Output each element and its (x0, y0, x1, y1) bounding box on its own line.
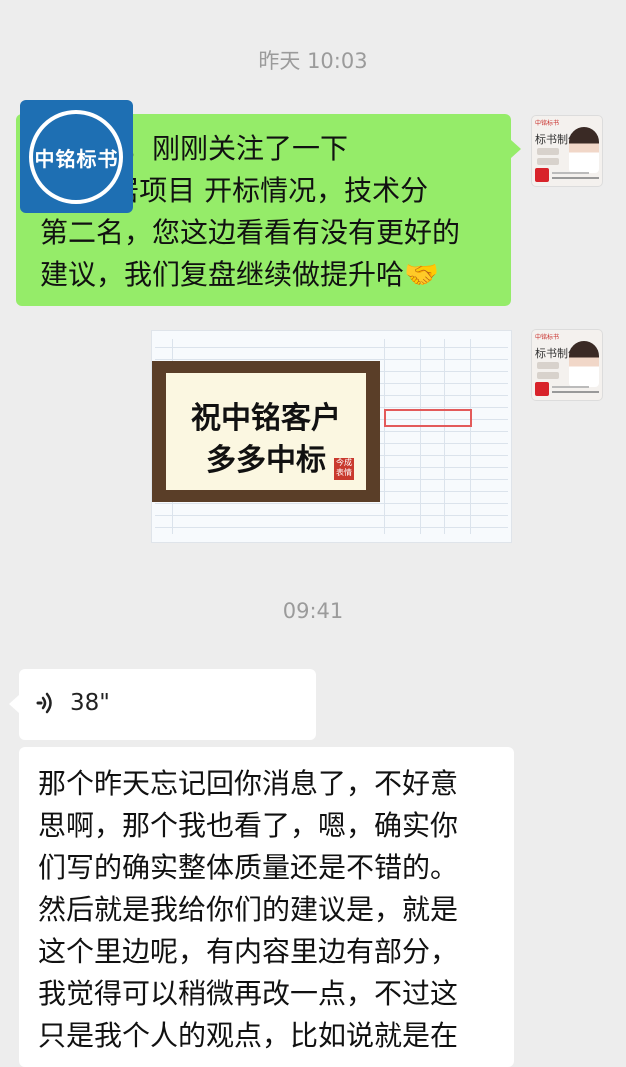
badge-icon (535, 382, 549, 396)
stamp-seal: 今成 表情 (334, 458, 354, 480)
timestamp: 09:41 (282, 599, 344, 623)
logo-text: 中铭标书 (34, 147, 119, 171)
timestamp: 昨天 10:03 (258, 49, 368, 73)
voice-transcript-bubble[interactable]: 那个昨天忘记回你消息了，不好意 思啊，那个我也看了，嗯，确实你 们写的确实整体质… (19, 747, 514, 1067)
voice-transcript-text: 那个昨天忘记回你消息了，不好意 思啊，那个我也看了，嗯，确实你 们写的确实整体质… (38, 767, 459, 1052)
avatar-brand: 中铭标书 (535, 120, 560, 127)
voice-wave-icon (35, 691, 59, 715)
voice-duration: 38" (70, 690, 110, 716)
badge-icon (535, 168, 549, 182)
avatar-brand: 中铭标书 (535, 334, 560, 341)
person-icon (569, 341, 599, 387)
highlight-box (384, 409, 472, 427)
congrats-sign: 祝中铭客户 多多中标 今成 表情 (152, 361, 380, 502)
sign-line-1: 祝中铭客户 (191, 401, 341, 436)
voice-message-bubble[interactable]: 38" (9, 669, 316, 740)
person-icon (569, 127, 599, 173)
brand-logo: 中铭标书 (20, 100, 133, 213)
image-message[interactable]: 祝中铭客户 多多中标 今成 表情 (151, 330, 512, 543)
contact-avatar[interactable]: 中铭标书 标书制作 (531, 329, 603, 401)
contact-avatar[interactable]: 中铭标书 标书制作 (531, 115, 603, 187)
